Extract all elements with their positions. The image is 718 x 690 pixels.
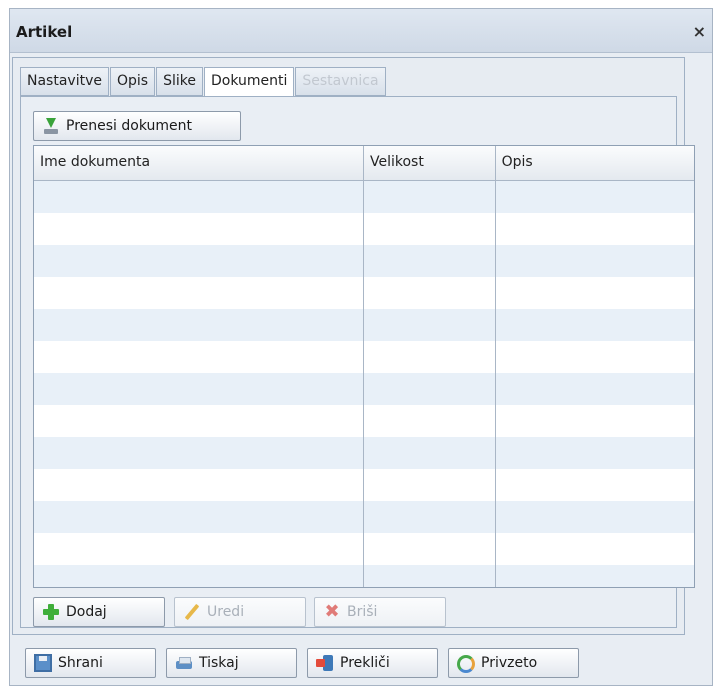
table-row [34, 277, 694, 309]
save-button[interactable]: Shrani [25, 648, 156, 678]
table-cell [496, 213, 694, 245]
default-button[interactable]: Privzeto [448, 648, 579, 678]
dialog-title: Artikel [16, 23, 73, 41]
table-header: Ime dokumenta Velikost Opis [34, 146, 694, 181]
pencil-icon [183, 603, 201, 621]
cancel-button[interactable]: Prekliči [307, 648, 438, 678]
table-cell [34, 565, 364, 587]
table-row [34, 181, 694, 213]
add-button[interactable]: Dodaj [33, 597, 165, 627]
edit-button: Uredi [174, 597, 306, 627]
table-cell [364, 277, 496, 309]
table-row [34, 245, 694, 277]
tab-nastavitve[interactable]: Nastavitve [20, 67, 109, 96]
table-cell [496, 373, 694, 405]
documents-table[interactable]: Ime dokumenta Velikost Opis [33, 145, 695, 588]
table-cell [34, 373, 364, 405]
table-cell [496, 309, 694, 341]
delete-label: Briši [347, 604, 378, 620]
table-row [34, 533, 694, 565]
table-cell [364, 373, 496, 405]
floppy-disk-icon [34, 654, 52, 672]
table-cell [364, 469, 496, 501]
save-label: Shrani [58, 655, 103, 671]
table-cell [496, 565, 694, 587]
table-cell [34, 437, 364, 469]
table-cell [364, 245, 496, 277]
table-cell [34, 405, 364, 437]
table-cell [34, 277, 364, 309]
table-cell [364, 405, 496, 437]
plus-icon [42, 603, 60, 621]
close-icon[interactable]: × [693, 22, 706, 41]
table-cell [364, 309, 496, 341]
default-label: Privzeto [481, 655, 538, 671]
upload-document-label: Prenesi dokument [66, 118, 192, 134]
table-row [34, 213, 694, 245]
table-cell [364, 181, 496, 213]
table-cell [496, 181, 694, 213]
table-cell [364, 341, 496, 373]
table-cell [496, 501, 694, 533]
table-cell [364, 501, 496, 533]
delete-button: ✖ Briši [314, 597, 446, 627]
add-label: Dodaj [66, 604, 107, 620]
table-cell [34, 501, 364, 533]
table-cell [34, 309, 364, 341]
table-cell [34, 213, 364, 245]
print-label: Tiskaj [199, 655, 239, 671]
exit-door-icon [316, 654, 334, 672]
table-row [34, 309, 694, 341]
tab-slike[interactable]: Slike [156, 67, 203, 96]
tab-strip: Nastavitve Opis Slike Dokumenti Sestavni… [20, 67, 387, 98]
edit-label: Uredi [207, 604, 245, 620]
dialog-titlebar[interactable]: Artikel × [10, 9, 712, 53]
delete-icon: ✖ [324, 601, 340, 622]
column-header-size[interactable]: Velikost [364, 146, 496, 180]
table-cell [496, 277, 694, 309]
cancel-label: Prekliči [340, 655, 390, 671]
table-row [34, 341, 694, 373]
table-body [34, 181, 694, 587]
printer-icon [175, 654, 193, 672]
tab-dokumenti[interactable]: Dokumenti [203, 67, 295, 98]
column-header-description[interactable]: Opis [496, 146, 694, 180]
tab-sestavnica: Sestavnica [295, 67, 386, 96]
refresh-icon [457, 654, 475, 673]
table-row [34, 501, 694, 533]
table-cell [34, 469, 364, 501]
table-row [34, 565, 694, 587]
table-row [34, 405, 694, 437]
upload-document-button[interactable]: Prenesi dokument [33, 111, 241, 141]
tab-opis[interactable]: Opis [109, 67, 156, 96]
table-cell [364, 437, 496, 469]
table-row [34, 373, 694, 405]
table-row [34, 437, 694, 469]
table-cell [34, 245, 364, 277]
table-cell [34, 533, 364, 565]
table-cell [496, 533, 694, 565]
table-cell [496, 437, 694, 469]
table-cell [364, 565, 496, 587]
table-cell [496, 405, 694, 437]
table-cell [496, 245, 694, 277]
table-cell [364, 213, 496, 245]
column-header-name[interactable]: Ime dokumenta [34, 146, 364, 180]
table-cell [34, 181, 364, 213]
table-row [34, 469, 694, 501]
table-cell [496, 341, 694, 373]
table-cell [496, 469, 694, 501]
upload-icon [42, 117, 60, 135]
table-cell [364, 533, 496, 565]
table-cell [34, 341, 364, 373]
print-button[interactable]: Tiskaj [166, 648, 297, 678]
